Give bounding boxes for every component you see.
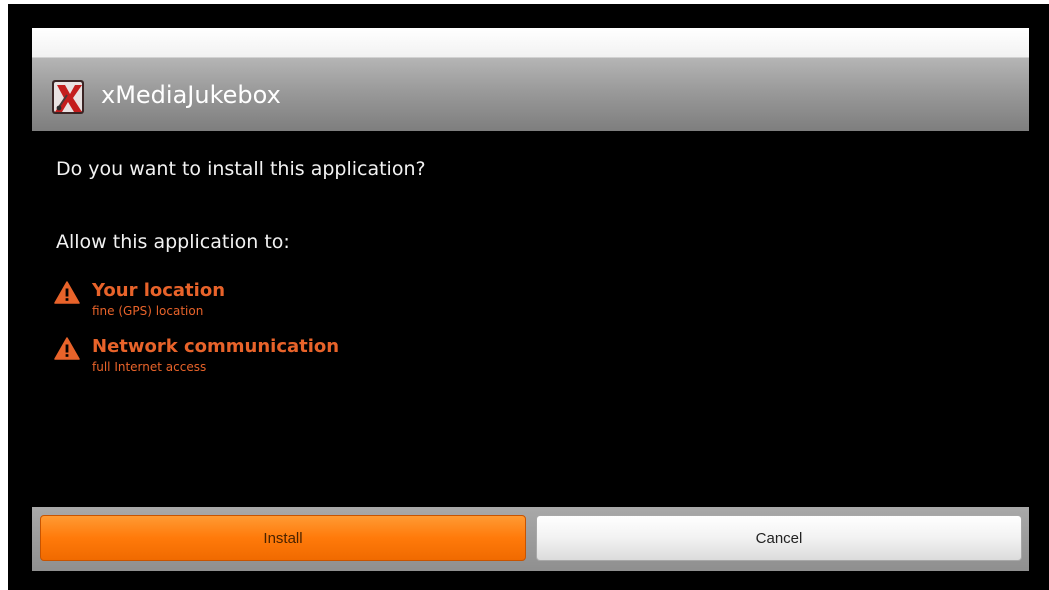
app-icon (52, 80, 84, 114)
button-bar: Install Cancel (32, 507, 1029, 571)
permission-title: Your location (92, 280, 226, 301)
install-prompt: Do you want to install this application? (56, 158, 426, 180)
title-bar: xMediaJukebox (32, 57, 1029, 131)
permissions-heading: Allow this application to: (56, 231, 290, 253)
permission-item-location: Your location fine (GPS) location (54, 279, 654, 327)
install-dialog-screen: xMediaJukebox Do you want to install thi… (8, 4, 1049, 590)
cancel-button[interactable]: Cancel (536, 515, 1022, 561)
status-bar (32, 28, 1029, 57)
app-title: xMediaJukebox (101, 81, 281, 109)
warning-icon (54, 337, 80, 360)
warning-icon (54, 281, 80, 304)
install-button[interactable]: Install (40, 515, 526, 561)
permission-item-network: Network communication full Internet acce… (54, 335, 654, 383)
permission-description: fine (GPS) location (92, 304, 204, 318)
permission-title: Network communication (92, 336, 340, 357)
permission-description: full Internet access (92, 360, 207, 374)
